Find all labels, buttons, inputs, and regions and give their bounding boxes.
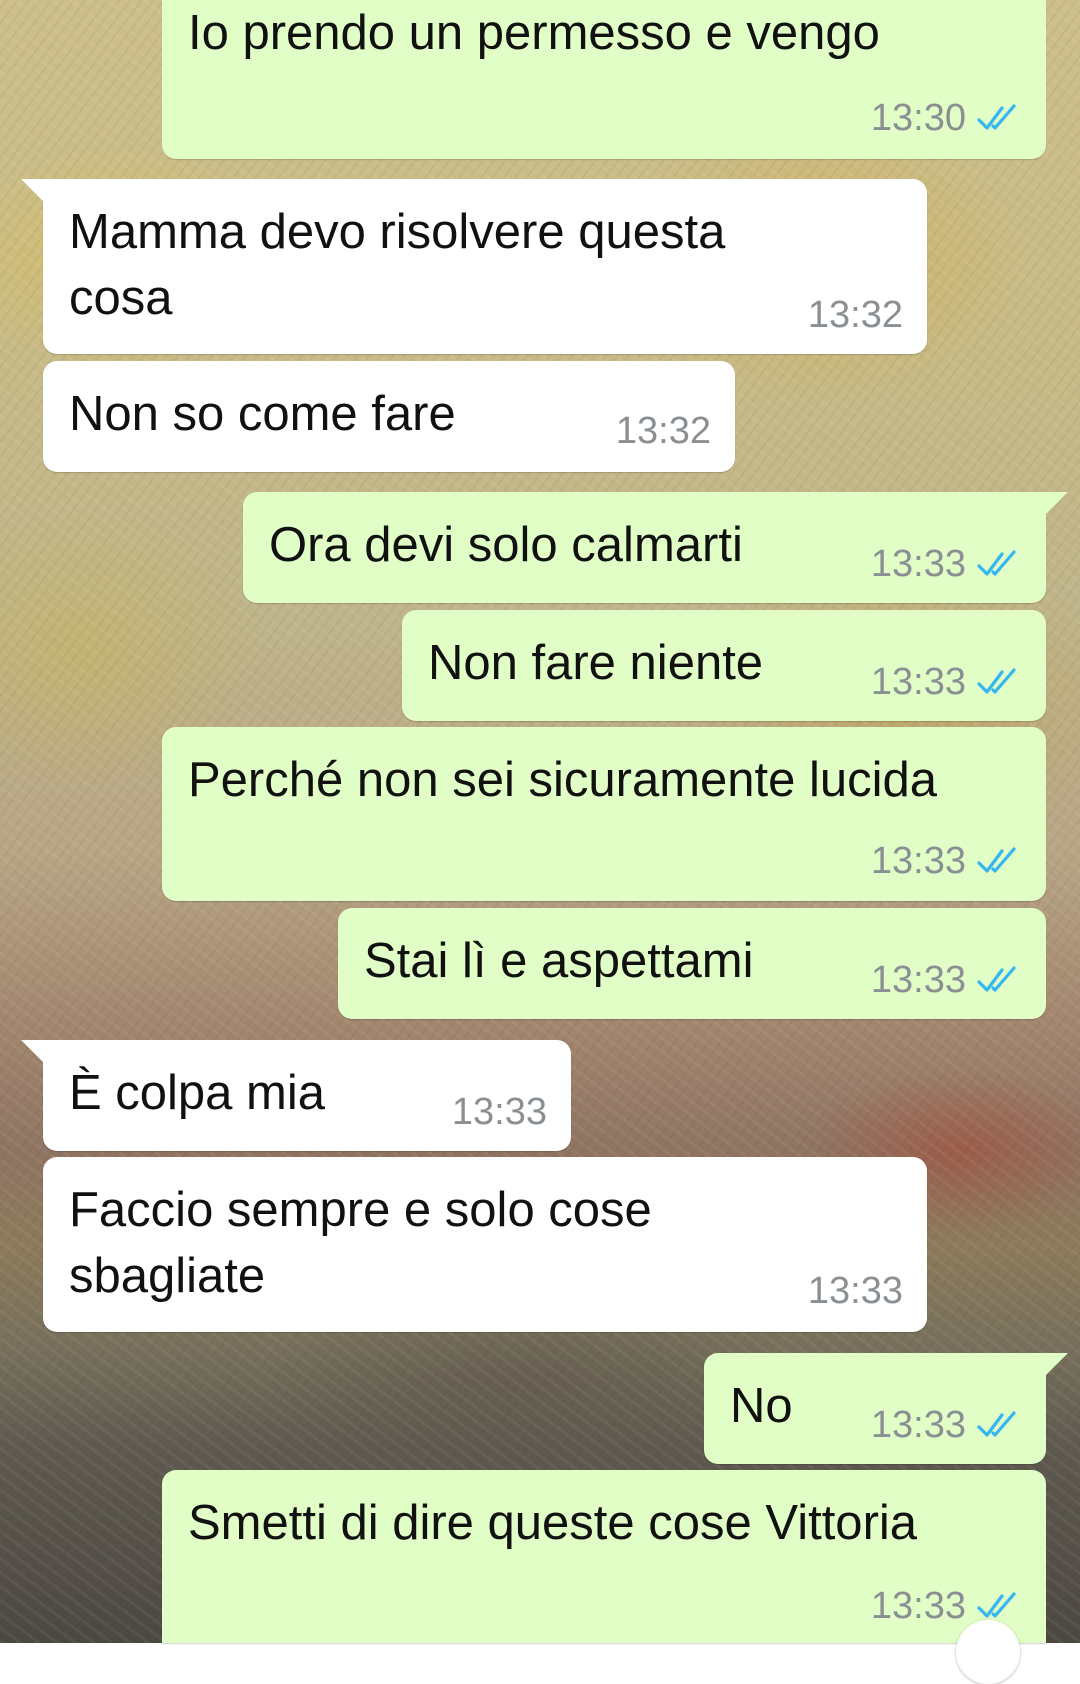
message-meta: 13:33 [871, 958, 1022, 1002]
message-meta: 13:33 [871, 839, 1022, 883]
message-time: 13:32 [615, 409, 711, 452]
message-time: 13:32 [807, 293, 903, 336]
message-bubble-incoming[interactable]: Non so come fare 13:32 [43, 361, 735, 472]
message-meta: 13:30 [871, 96, 1022, 140]
message-time: 13:33 [807, 1269, 903, 1312]
message-time: 13:33 [451, 1090, 547, 1133]
message-bubble-incoming[interactable]: Mamma devo risolvere questa cosa 13:32 [21, 179, 927, 354]
message-meta: 13:33 [871, 660, 1022, 704]
double-check-icon [977, 668, 1016, 694]
message-text: È colpa mia [69, 1066, 326, 1120]
message-text: cosa [69, 271, 173, 325]
double-check-icon [977, 966, 1016, 992]
message-time: 13:33 [870, 839, 966, 882]
message-text: Smetti di dire queste cose Vittoria [188, 1496, 918, 1550]
scroll-down-button[interactable] [956, 1620, 1020, 1684]
message-time: 13:33 [870, 542, 966, 585]
message-bubble-outgoing[interactable]: Perché non sei sicuramente lucida 13:33 [162, 727, 1046, 901]
message-time: 13:33 [870, 958, 966, 1001]
message-text: Ora devi solo calmarti [269, 518, 743, 572]
message-bubble-outgoing[interactable]: Stai lì e aspettami 13:33 [338, 908, 1046, 1019]
message-text: Perché non sei sicuramente lucida [188, 753, 938, 807]
message-meta: 13:32 [616, 409, 711, 453]
message-bubble-outgoing[interactable]: Non fare niente 13:33 [402, 610, 1046, 721]
message-meta: 13:33 [452, 1090, 547, 1134]
bubble-tail [21, 179, 43, 201]
message-text: Non fare niente [428, 636, 764, 690]
message-time: 13:33 [870, 1584, 966, 1627]
message-meta: 13:33 [808, 1269, 903, 1313]
message-meta: 13:33 [871, 1403, 1022, 1447]
bubble-tail [1046, 1353, 1068, 1375]
message-bubble-outgoing[interactable]: No 13:33 [704, 1353, 1068, 1464]
message-text: No [730, 1379, 793, 1433]
double-check-icon [977, 550, 1016, 576]
bubble-tail [1046, 492, 1068, 514]
double-check-icon [977, 104, 1016, 130]
message-text: Mamma devo risolvere questa [69, 205, 726, 259]
message-time: 13:33 [870, 660, 966, 703]
message-bubble-incoming[interactable]: È colpa mia 13:33 [21, 1040, 571, 1151]
chat-message-list[interactable]: Io prendo un permesso e vengo 13:30 Mamm… [0, 0, 1080, 1684]
message-meta: 13:33 [871, 542, 1022, 586]
double-check-icon [977, 1592, 1016, 1618]
message-text: Non so come fare [69, 387, 456, 441]
double-check-icon [977, 847, 1016, 873]
message-text: sbagliate [69, 1249, 266, 1303]
double-check-icon [977, 1411, 1016, 1437]
message-bubble-outgoing[interactable]: Ora devi solo calmarti 13:33 [243, 492, 1068, 603]
message-text: Faccio sempre e solo cose [69, 1183, 652, 1237]
bubble-tail [21, 1040, 43, 1062]
message-text: Stai lì e aspettami [364, 934, 754, 988]
message-time: 13:33 [870, 1403, 966, 1446]
message-text: Io prendo un permesso e vengo [188, 6, 880, 60]
message-meta: 13:32 [808, 293, 903, 337]
message-time: 13:30 [870, 96, 966, 139]
message-bubble-outgoing[interactable]: Io prendo un permesso e vengo 13:30 [162, 0, 1046, 159]
message-bubble-incoming[interactable]: Faccio sempre e solo cose sbagliate 13:3… [43, 1157, 927, 1332]
message-bubble-outgoing[interactable]: Smetti di dire queste cose Vittoria 13:3… [162, 1470, 1046, 1643]
